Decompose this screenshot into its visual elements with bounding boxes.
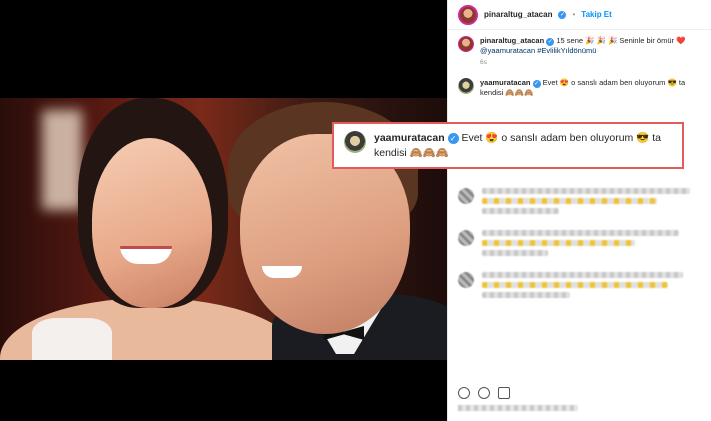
verified-icon: ✓	[447, 133, 459, 144]
callout-avatar	[344, 131, 366, 153]
author-username[interactable]: pinaraltug_atacan	[484, 10, 552, 19]
callout-text-line2: kendisi 🙈🙈🙈	[374, 147, 449, 159]
post-header: pinaraltug_atacan ✓ • Takip Et	[448, 0, 711, 30]
highlighted-comment-callout: yaamuratacan ✓ Evet 😍 o sanslı adam ben …	[332, 122, 684, 169]
callout-text-line1: Evet 😍 o sanslı adam ben oluyorum 😎 ta	[461, 132, 661, 144]
caption: pinaraltug_atacan ✓ 15 sene 🎉 🎉 🎉 Seninl…	[448, 30, 711, 70]
reply-username[interactable]: yaamuratacan	[480, 78, 530, 87]
blurred-line	[482, 250, 548, 256]
caption-time: 6s	[480, 59, 487, 66]
caption-text-block: pinaraltug_atacan ✓ 15 sene 🎉 🎉 🎉 Seninl…	[480, 36, 685, 56]
post-panel: pinaraltug_atacan ✓ • Takip Et pinaraltu…	[447, 0, 711, 421]
blurred-line	[482, 230, 680, 236]
blurred-comment	[448, 180, 711, 222]
man-smile	[262, 266, 302, 278]
follow-button[interactable]: Takip Et	[581, 10, 612, 19]
background-light	[42, 110, 82, 210]
blurred-avatar	[458, 272, 474, 288]
blurred-line	[482, 272, 684, 278]
separator-dot: •	[572, 10, 576, 19]
blurred-line	[482, 198, 658, 204]
share-icon[interactable]	[498, 387, 510, 399]
caption-avatar[interactable]	[458, 36, 474, 52]
caption-text: 15 sene 🎉 🎉 🎉 Seninle bir ömür ❤️	[556, 36, 686, 45]
verified-icon: ✓	[558, 10, 567, 19]
post-actions	[458, 387, 510, 399]
blurred-avatar	[458, 188, 474, 204]
caption-mention[interactable]: @yaamuratacan	[480, 46, 535, 55]
verified-icon: ✓	[532, 80, 541, 88]
callout-text-block: yaamuratacan ✓ Evet 😍 o sanslı adam ben …	[374, 131, 661, 161]
reply-comment: yaamuratacan ✓ Evet 😍 o sanslı adam ben …	[448, 70, 711, 102]
post-media[interactable]	[0, 0, 447, 421]
blurred-line	[482, 292, 570, 298]
blurred-line	[482, 208, 559, 214]
blurred-avatar	[458, 230, 474, 246]
blurred-likes	[458, 405, 578, 411]
woman-face	[92, 138, 212, 308]
caption-username[interactable]: pinaraltug_atacan	[480, 36, 544, 45]
callout-username: yaamuratacan	[374, 132, 445, 144]
verified-icon: ✓	[546, 38, 555, 46]
reply-avatar[interactable]	[458, 78, 474, 94]
caption-hashtag[interactable]: #EvlilikYıldönümü	[537, 46, 596, 55]
blurred-comment	[448, 222, 711, 264]
like-icon[interactable]	[458, 387, 470, 399]
author-avatar[interactable]	[458, 4, 478, 25]
blurred-line	[482, 282, 669, 288]
comment-icon[interactable]	[478, 387, 490, 399]
blurred-line	[482, 188, 691, 194]
white-dress	[32, 318, 112, 360]
reply-text-block: yaamuratacan ✓ Evet 😍 o sanslı adam ben …	[480, 78, 701, 98]
blurred-comment	[448, 264, 711, 306]
blurred-line	[482, 240, 636, 246]
